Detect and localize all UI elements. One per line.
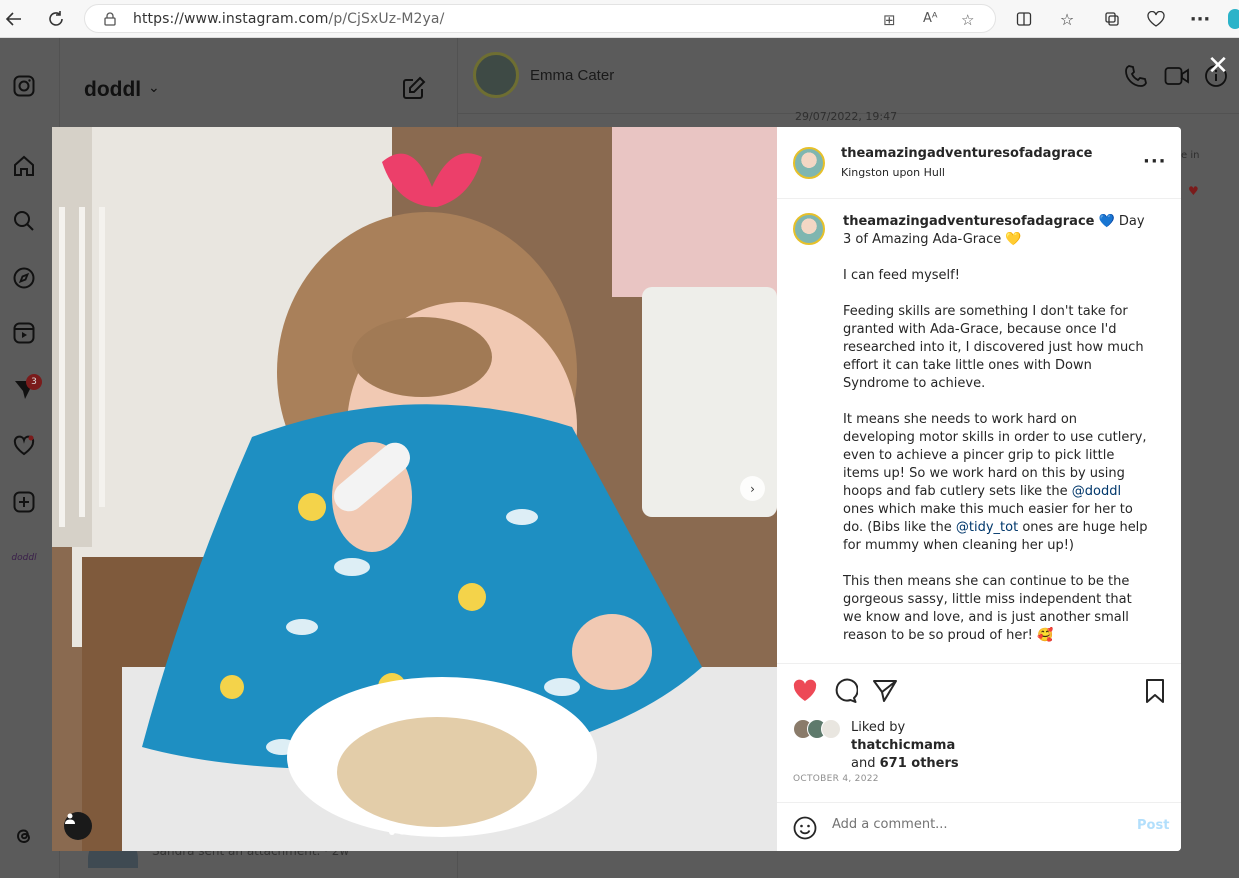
liked-by-text: Liked by thatchicmama and 671 others — [851, 719, 959, 773]
chat-name[interactable]: Emma Cater — [530, 67, 614, 84]
liked-by-label: Liked by — [851, 720, 906, 735]
post-username[interactable]: theamazingadventuresofadagrace — [841, 146, 1092, 161]
collections-icon[interactable] — [1101, 8, 1123, 30]
caption-text: Feeding skills are something I don't tak… — [843, 304, 1144, 391]
lock-icon[interactable] — [103, 12, 117, 26]
share-icon[interactable] — [872, 678, 898, 704]
carousel-indicator — [389, 829, 435, 835]
more-options-icon[interactable]: ··· — [1143, 151, 1167, 172]
more-menu-icon[interactable]: ··· — [1189, 8, 1211, 30]
chat-timestamp: 29/07/2022, 19:47 — [795, 110, 898, 123]
read-aloud-icon[interactable]: A͏ᴬ — [923, 11, 938, 26]
emoji-icon[interactable] — [793, 816, 817, 840]
favorites-icon[interactable]: ☆ — [1056, 8, 1078, 30]
carousel-dot — [399, 829, 405, 835]
explore-icon[interactable] — [12, 266, 36, 290]
avatar[interactable] — [793, 147, 825, 179]
liked-by-label: and — [851, 756, 876, 771]
account-name[interactable]: doddl — [84, 78, 141, 102]
post-comment-button[interactable]: Post — [1137, 818, 1169, 833]
chevron-down-icon[interactable]: ⌄ — [148, 80, 160, 96]
avatar[interactable] — [473, 52, 519, 98]
next-slide-button[interactable]: › — [740, 476, 765, 501]
create-icon[interactable] — [12, 490, 36, 514]
address-bar[interactable]: https://www.instagram.com/p/CjSxUz-M2ya/… — [84, 4, 996, 33]
reels-icon[interactable] — [12, 321, 36, 345]
save-bookmark-icon[interactable] — [1142, 678, 1168, 704]
notification-badge: 3 — [26, 374, 42, 390]
post-caption: theamazingadventuresofadagrace 💙 Day 3 o… — [843, 213, 1153, 663]
phone-icon[interactable] — [1124, 64, 1148, 92]
carousel-dot — [429, 829, 435, 835]
favorite-star-icon[interactable]: ☆ — [961, 11, 974, 29]
back-icon[interactable] — [2, 7, 26, 31]
post-photo[interactable]: › — [52, 127, 777, 851]
likes-count-link[interactable]: 671 others — [880, 756, 959, 771]
post-details-panel: theamazingadventuresofadagrace Kingston … — [777, 127, 1181, 851]
notifications-icon[interactable] — [12, 434, 36, 458]
like-heart-icon[interactable] — [792, 678, 818, 704]
video-call-icon[interactable] — [1164, 64, 1190, 92]
chat-header: Emma Cater — [458, 38, 1239, 114]
profile-avatar[interactable]: doddl — [11, 546, 36, 570]
copilot-icon[interactable] — [1228, 9, 1239, 29]
liked-by-user-link[interactable]: thatchicmama — [851, 738, 955, 753]
browser-essentials-icon[interactable] — [1145, 8, 1167, 30]
user-icon — [65, 813, 75, 824]
message-snippet: e in — [1181, 150, 1200, 161]
instagram-logo-icon[interactable] — [12, 74, 36, 98]
post-modal: › theamazingadventuresofadagrace Kingsto… — [52, 127, 1181, 851]
avatar — [821, 719, 841, 739]
tagged-users-button[interactable] — [64, 812, 92, 840]
carousel-dot — [409, 829, 415, 835]
mention-link[interactable]: @tidy_tot — [956, 520, 1018, 535]
caption-text: I can feed myself! — [843, 268, 960, 283]
close-icon[interactable]: ✕ — [1206, 53, 1230, 79]
post-actions: Liked by thatchicmama and 671 others OCT… — [777, 663, 1181, 851]
post-header: theamazingadventuresofadagrace Kingston … — [777, 127, 1181, 199]
url-text[interactable]: https://www.instagram.com/p/CjSxUz-M2ya/ — [133, 11, 444, 27]
home-icon[interactable] — [12, 154, 36, 178]
post-location[interactable]: Kingston upon Hull — [841, 166, 945, 179]
carousel-dot — [389, 829, 395, 835]
reload-icon[interactable] — [44, 7, 68, 31]
compose-icon[interactable] — [402, 76, 426, 104]
caption-text: This then means she can continue to be t… — [843, 574, 1132, 643]
photo-illustration — [52, 127, 777, 851]
split-screen-icon[interactable] — [1013, 8, 1035, 30]
ig-sidebar: 3 doddl — [0, 38, 60, 878]
carousel-dot — [419, 829, 425, 835]
threads-icon[interactable] — [12, 824, 36, 848]
comment-bar: Post — [777, 802, 1181, 851]
search-icon[interactable] — [12, 209, 36, 233]
mention-link[interactable]: @doddl — [1072, 484, 1121, 499]
heart-reaction-icon: ♥ — [1188, 184, 1199, 198]
post-date[interactable]: OCTOBER 4, 2022 — [793, 774, 879, 784]
app-available-icon[interactable]: ⊞ — [883, 11, 896, 29]
comment-input[interactable] — [832, 817, 1112, 832]
avatar[interactable] — [793, 213, 825, 245]
comment-icon[interactable] — [832, 678, 858, 704]
browser-toolbar: https://www.instagram.com/p/CjSxUz-M2ya/… — [0, 0, 1239, 38]
caption-username[interactable]: theamazingadventuresofadagrace — [843, 214, 1094, 229]
